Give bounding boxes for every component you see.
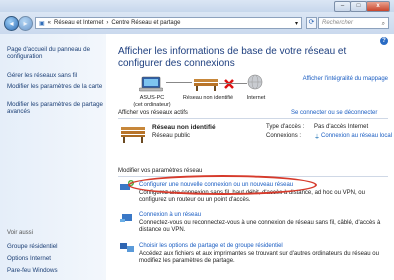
connections-label: Connexions : (266, 133, 302, 139)
sidebar: Page d'accueil du panneau de configurati… (0, 34, 106, 280)
refresh-button[interactable]: ⟳ (306, 17, 317, 29)
sidebar-item-sharing-settings[interactable]: Modifier les paramètres de partage avanc… (7, 101, 105, 115)
access-type-label: Type d'accès : (266, 124, 305, 130)
sidebar-item-homegroup[interactable]: Groupe résidentiel (7, 243, 105, 250)
sidebar-item-control-panel-home[interactable]: Page d'accueil du panneau de configurati… (7, 46, 105, 60)
modify-settings-heading: Modifier vos paramètres réseau (118, 168, 203, 174)
bench-network-icon (193, 74, 219, 94)
highlight-oval (128, 175, 317, 195)
sidebar-item-manage-wireless[interactable]: Gérer les réseaux sans fil (7, 72, 105, 79)
sidebar-item-adapter-settings[interactable]: Modifier les paramètres de la carte (7, 83, 105, 90)
computer-sublabel: (cet ordinateur) (133, 102, 171, 108)
main-panel: ? Afficher les informations de base de v… (106, 34, 394, 280)
address-dropdown-icon[interactable]: ▾ (295, 20, 298, 27)
search-placeholder: Rechercher (322, 20, 354, 26)
local-connection-link[interactable]: Connexion au réseau local (321, 133, 392, 139)
bench-icon (120, 123, 146, 145)
breadcrumb-chevrons[interactable]: « (48, 20, 51, 26)
internet-map-label[interactable]: Internet (236, 95, 276, 101)
lan-plug-icon: ⏚ (314, 135, 321, 141)
help-icon[interactable]: ? (380, 37, 388, 45)
sidebar-item-internet-options[interactable]: Options Internet (7, 255, 105, 262)
see-also-heading: Voir aussi (7, 230, 34, 236)
sharing-options-desc: Accédez aux fichiers et aux imprimantes … (139, 251, 379, 264)
title-bar: ‒ □ x (0, 0, 394, 12)
computer-label: ASUS-PC (139, 95, 165, 101)
connect-to-network-link[interactable]: Connexion à un réseau (139, 212, 201, 218)
map-line (166, 82, 192, 83)
connect-disconnect-link[interactable]: Se connecter ou se déconnecter (291, 110, 377, 116)
page-title: Afficher les informations de base de vot… (118, 46, 347, 69)
minimize-button[interactable]: ‒ (334, 1, 351, 12)
map-line-2 (219, 83, 247, 84)
connect-to-network-desc: Connectez-vous ou reconnectez-vous à une… (139, 220, 381, 233)
network-map-label[interactable]: Réseau non identifié (178, 95, 238, 101)
forward-button[interactable]: ▸ (18, 16, 33, 31)
access-type-value: Pas d'accès Internet (314, 124, 369, 130)
show-full-map-link[interactable]: Afficher l'intégralité du mappage (303, 76, 388, 82)
breadcrumb-network-internet[interactable]: Réseau et Internet (54, 20, 103, 26)
sidebar-item-windows-firewall[interactable]: Pare-feu Windows (7, 267, 105, 274)
address-bar[interactable]: ▣ « Réseau et Internet › Centre Réseau e… (35, 17, 302, 29)
disconnected-x-icon (223, 78, 235, 92)
internet-globe-icon (247, 74, 263, 92)
network-name: Réseau non identifié (152, 124, 216, 131)
active-networks-heading: Afficher vos réseaux actifs (118, 110, 188, 116)
breadcrumb-network-center[interactable]: Centre Réseau et partage (111, 20, 180, 26)
connect-network-icon (120, 211, 134, 225)
maximize-button[interactable]: □ (350, 1, 367, 12)
divider (118, 118, 388, 119)
sharing-options-icon (120, 241, 134, 255)
sharing-options-link[interactable]: Choisir les options de partage et de gro… (139, 243, 283, 249)
navigation-bar: ◂ ▸ ▣ « Réseau et Internet › Centre Rése… (0, 12, 394, 34)
network-folder-icon: ▣ (39, 20, 45, 27)
close-button[interactable]: x (366, 1, 390, 12)
network-type-link[interactable]: Réseau public (152, 133, 190, 139)
computer-icon (138, 76, 164, 94)
back-button[interactable]: ◂ (4, 16, 19, 31)
search-input[interactable]: Rechercher ⌕ (318, 17, 389, 29)
breadcrumb-separator[interactable]: › (106, 20, 108, 26)
search-icon[interactable]: ⌕ (382, 19, 385, 29)
